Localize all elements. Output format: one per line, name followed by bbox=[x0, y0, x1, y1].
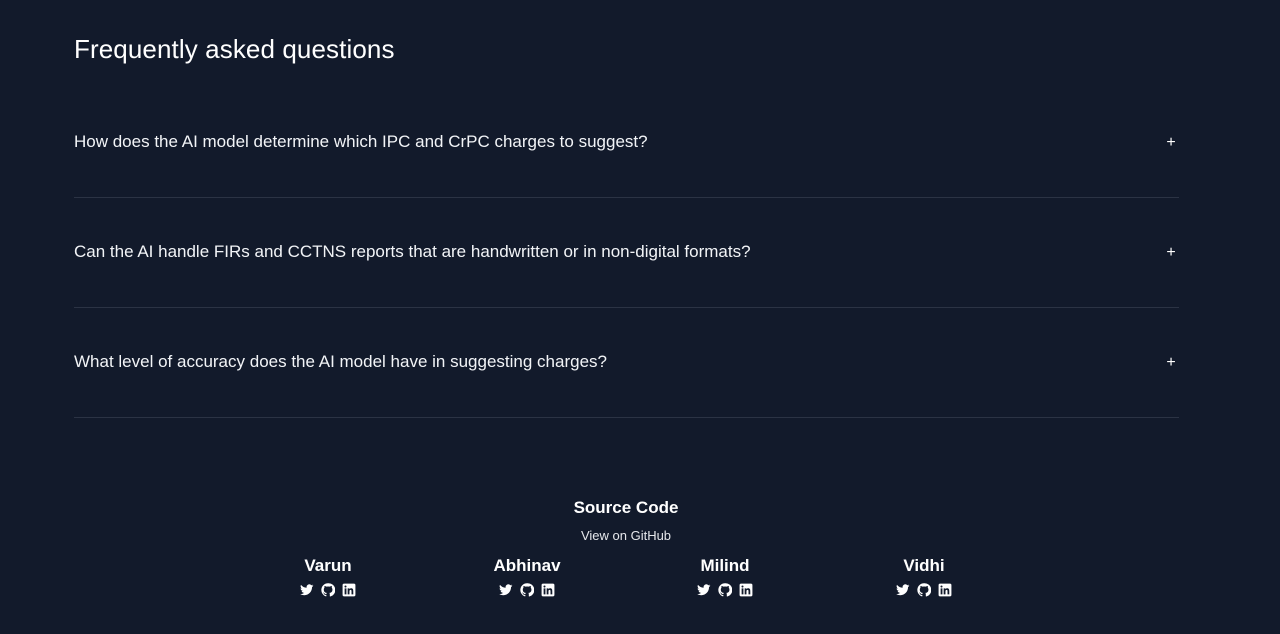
plus-icon[interactable]: + bbox=[1165, 244, 1177, 262]
twitter-icon[interactable] bbox=[896, 582, 911, 597]
faq-question: How does the AI model determine which IP… bbox=[74, 132, 648, 152]
github-icon[interactable] bbox=[718, 582, 733, 597]
social-links bbox=[268, 582, 388, 597]
faq-item[interactable]: How does the AI model determine which IP… bbox=[74, 88, 1179, 198]
contributor-name: Varun bbox=[304, 556, 352, 575]
github-link[interactable]: View on GitHub bbox=[0, 528, 1252, 543]
contributor-name: Abhinav bbox=[493, 556, 561, 575]
contributors: Varun Abhinav Milind Vidhi bbox=[0, 556, 1280, 606]
faq-question: Can the AI handle FIRs and CCTNS reports… bbox=[74, 242, 751, 262]
social-links bbox=[864, 582, 984, 597]
linkedin-icon[interactable] bbox=[739, 582, 754, 597]
plus-icon[interactable]: + bbox=[1165, 354, 1177, 372]
source-code-title: Source Code bbox=[573, 498, 679, 517]
linkedin-icon[interactable] bbox=[541, 582, 556, 597]
twitter-icon[interactable] bbox=[697, 582, 712, 597]
faq-question: What level of accuracy does the AI model… bbox=[74, 352, 607, 372]
contributor-card: Vidhi bbox=[864, 556, 984, 597]
twitter-icon[interactable] bbox=[300, 582, 315, 597]
contributor-name: Vidhi bbox=[903, 556, 945, 575]
social-links bbox=[665, 582, 785, 597]
contributor-card: Milind bbox=[665, 556, 785, 597]
plus-icon[interactable]: + bbox=[1165, 134, 1177, 152]
page: Frequently asked questions How does the … bbox=[0, 0, 1280, 634]
contributor-card: Abhinav bbox=[467, 556, 587, 597]
github-icon[interactable] bbox=[321, 582, 336, 597]
faq-item[interactable]: What level of accuracy does the AI model… bbox=[74, 308, 1179, 418]
faq-list: How does the AI model determine which IP… bbox=[74, 88, 1179, 418]
faq-item[interactable]: Can the AI handle FIRs and CCTNS reports… bbox=[74, 198, 1179, 308]
linkedin-icon[interactable] bbox=[938, 582, 953, 597]
github-icon[interactable] bbox=[917, 582, 932, 597]
github-icon[interactable] bbox=[520, 582, 535, 597]
linkedin-icon[interactable] bbox=[342, 582, 357, 597]
twitter-icon[interactable] bbox=[499, 582, 514, 597]
social-links bbox=[467, 582, 587, 597]
contributor-card: Varun bbox=[268, 556, 388, 597]
contributor-name: Milind bbox=[700, 556, 750, 575]
faq-title: Frequently asked questions bbox=[74, 34, 395, 64]
